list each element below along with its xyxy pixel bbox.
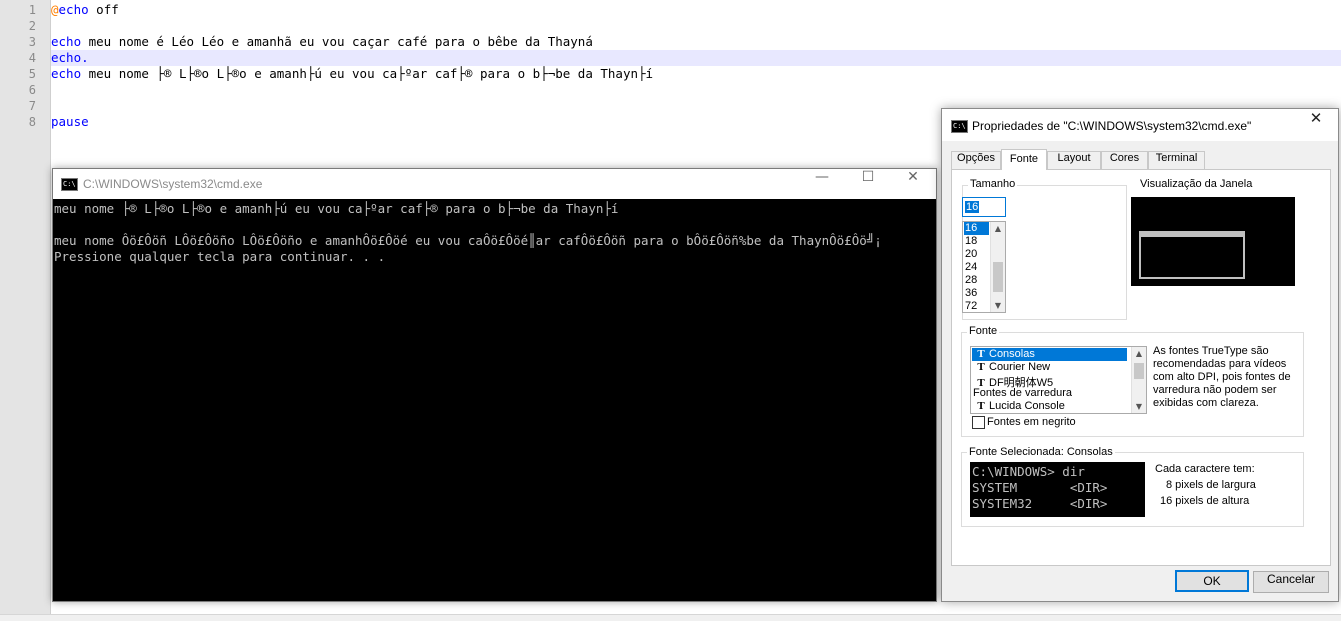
font-sample-preview: C:\WINDOWS> dir SYSTEM <DIR> SYSTEM32 <D… [970,462,1145,517]
keyword-echo: echo [51,34,82,49]
line-number: 6 [28,83,36,97]
size-option[interactable]: 24 [965,261,989,274]
tab-terminal[interactable]: Terminal [1148,151,1205,169]
tab-fonte[interactable]: Fonte [1001,149,1047,170]
size-option[interactable]: 20 [965,248,989,261]
selected-font-group-label: Fonte Selecionada: Consolas [967,446,1115,458]
size-input[interactable]: 16 [962,197,1006,217]
minimize-button[interactable]: — [799,169,845,199]
scroll-up-icon[interactable]: ▲ [1132,347,1146,360]
properties-dialog[interactable]: C:\ Propriedades de "C:\WINDOWS\system32… [941,108,1339,602]
char-height: 16 pixels de altura [1160,495,1250,507]
preview-window-titlebar [1141,233,1243,237]
keyword-echo: echo [58,2,89,17]
code-text: meu nome ├® L├®o L├®o e amanh├ú eu vou c… [81,66,654,81]
line-number: 7 [28,99,36,113]
truetype-note: As fontes TrueType são recomendadas para… [1153,345,1291,409]
ok-button[interactable]: OK [1175,570,1249,592]
line-number: 1 [28,3,36,17]
code-line-3[interactable]: echo meu nome é Léo Léo e amanhã eu vou … [51,34,593,50]
dialog-title: Propriedades de "C:\WINDOWS\system32\cmd… [972,119,1252,133]
maximize-button[interactable]: ☐ [845,169,891,199]
line-number-gutter: 1 2 3 4 5 6 7 8 [0,0,51,620]
font-listbox[interactable]: T Consolas T Courier New T DF明朝体W5 Fontes d… [970,346,1147,414]
console-line: meu nome Ôö£Ôöñ LÔö£Ôöño LÔö£Ôöño e aman… [54,233,882,248]
sample-line: SYSTEM <DIR> [972,480,1108,495]
size-group-label: Tamanho [968,178,1018,190]
scroll-down-icon[interactable]: ▼ [1132,400,1146,413]
font-group-label: Fonte [967,325,1000,337]
code-line-5[interactable]: echo meu nome ├® L├®o L├®o e amanh├ú eu … [51,66,653,82]
console-icon: C:\ [61,178,78,191]
close-icon: ✕ [907,169,919,185]
sample-line: SYSTEM32 <DIR> [972,496,1108,511]
scroll-thumb[interactable] [993,262,1003,292]
size-input-value: 16 [965,201,980,213]
window-preview-label: Visualização da Janela [1140,178,1253,190]
close-icon: ✕ [1309,109,1323,127]
close-button[interactable]: ✕ [890,169,936,199]
current-line-highlight [51,50,1341,66]
window-preview [1131,197,1295,286]
tab-layout[interactable]: Layout [1047,151,1101,169]
size-scrollbar[interactable]: ▲ ▼ [990,222,1005,312]
keyword-echo: echo [51,66,82,81]
line-number: 2 [28,19,36,33]
scroll-thumb[interactable] [1134,363,1144,379]
keyword-pause: pause [51,114,89,129]
minimize-icon: — [815,169,829,185]
console-line: meu nome ├® L├®o L├®o e amanh├ú eu vou c… [54,201,619,216]
font-option-courier-new[interactable]: T Courier New [972,361,1127,374]
line-number: 3 [28,35,36,49]
size-option[interactable]: 36 [965,287,989,300]
truetype-icon: T [977,348,985,360]
sample-line: C:\WINDOWS> dir [972,464,1085,479]
font-scrollbar[interactable]: ▲ ▼ [1131,347,1146,413]
preview-window-outline [1139,231,1245,279]
console-line: Pressione qualquer tecla para continuar.… [54,249,386,264]
maximize-icon: ☐ [861,169,875,185]
tab-opcoes[interactable]: Opções [951,151,1001,169]
size-option[interactable]: 28 [965,274,989,287]
code-line-8[interactable]: pause [51,114,89,130]
code-line-4[interactable]: echo. [51,50,89,66]
cmd-titlebar[interactable]: C:\ C:\WINDOWS\system32\cmd.exe — ☐ ✕ [53,169,936,199]
size-listbox[interactable]: 16 18 20 24 28 36 72 ▲ ▼ [962,221,1006,313]
code-text: meu nome é Léo Léo e amanhã eu vou caçar… [81,34,593,49]
dialog-titlebar[interactable]: C:\ Propriedades de "C:\WINDOWS\system32… [942,109,1338,141]
dialog-close-button[interactable]: ✕ [1294,109,1338,141]
font-option-consolas[interactable]: T Consolas [972,348,1127,361]
size-option[interactable]: 72 [965,300,989,312]
console-icon: C:\ [951,120,968,133]
code-line-1[interactable]: @echo off [51,2,119,18]
scroll-down-icon[interactable]: ▼ [991,299,1005,312]
char-width: 8 pixels de largura [1166,479,1256,491]
bold-checkbox[interactable] [972,416,985,429]
line-number: 4 [28,51,36,65]
char-info-title: Cada caractere tem: [1155,463,1255,475]
font-option-lucida-console[interactable]: T Lucida Console [972,400,1127,413]
truetype-icon: T [977,400,985,412]
bold-checkbox-label: Fontes em negrito [987,416,1076,428]
line-number: 5 [28,67,36,81]
tab-cores[interactable]: Cores [1101,151,1148,169]
code-text: off [88,2,119,17]
size-option[interactable]: 18 [965,235,989,248]
truetype-icon: T [977,361,985,373]
cmd-window-title: C:\WINDOWS\system32\cmd.exe [83,177,263,191]
font-option-raster[interactable]: Fontes de varredura [972,387,1127,400]
keyword-echo: echo. [51,50,89,65]
cancel-button[interactable]: Cancelar [1253,571,1329,593]
font-option-df-mincho[interactable]: T DF明朝体W5 [972,374,1127,389]
line-number: 8 [28,115,36,129]
console-output[interactable]: meu nome ├® L├®o L├®o e amanh├ú eu vou c… [53,199,936,601]
size-option[interactable]: 16 [964,222,989,235]
cmd-window[interactable]: C:\ C:\WINDOWS\system32\cmd.exe — ☐ ✕ me… [52,168,937,602]
scroll-up-icon[interactable]: ▲ [991,222,1005,235]
at-symbol: @ [51,2,59,17]
